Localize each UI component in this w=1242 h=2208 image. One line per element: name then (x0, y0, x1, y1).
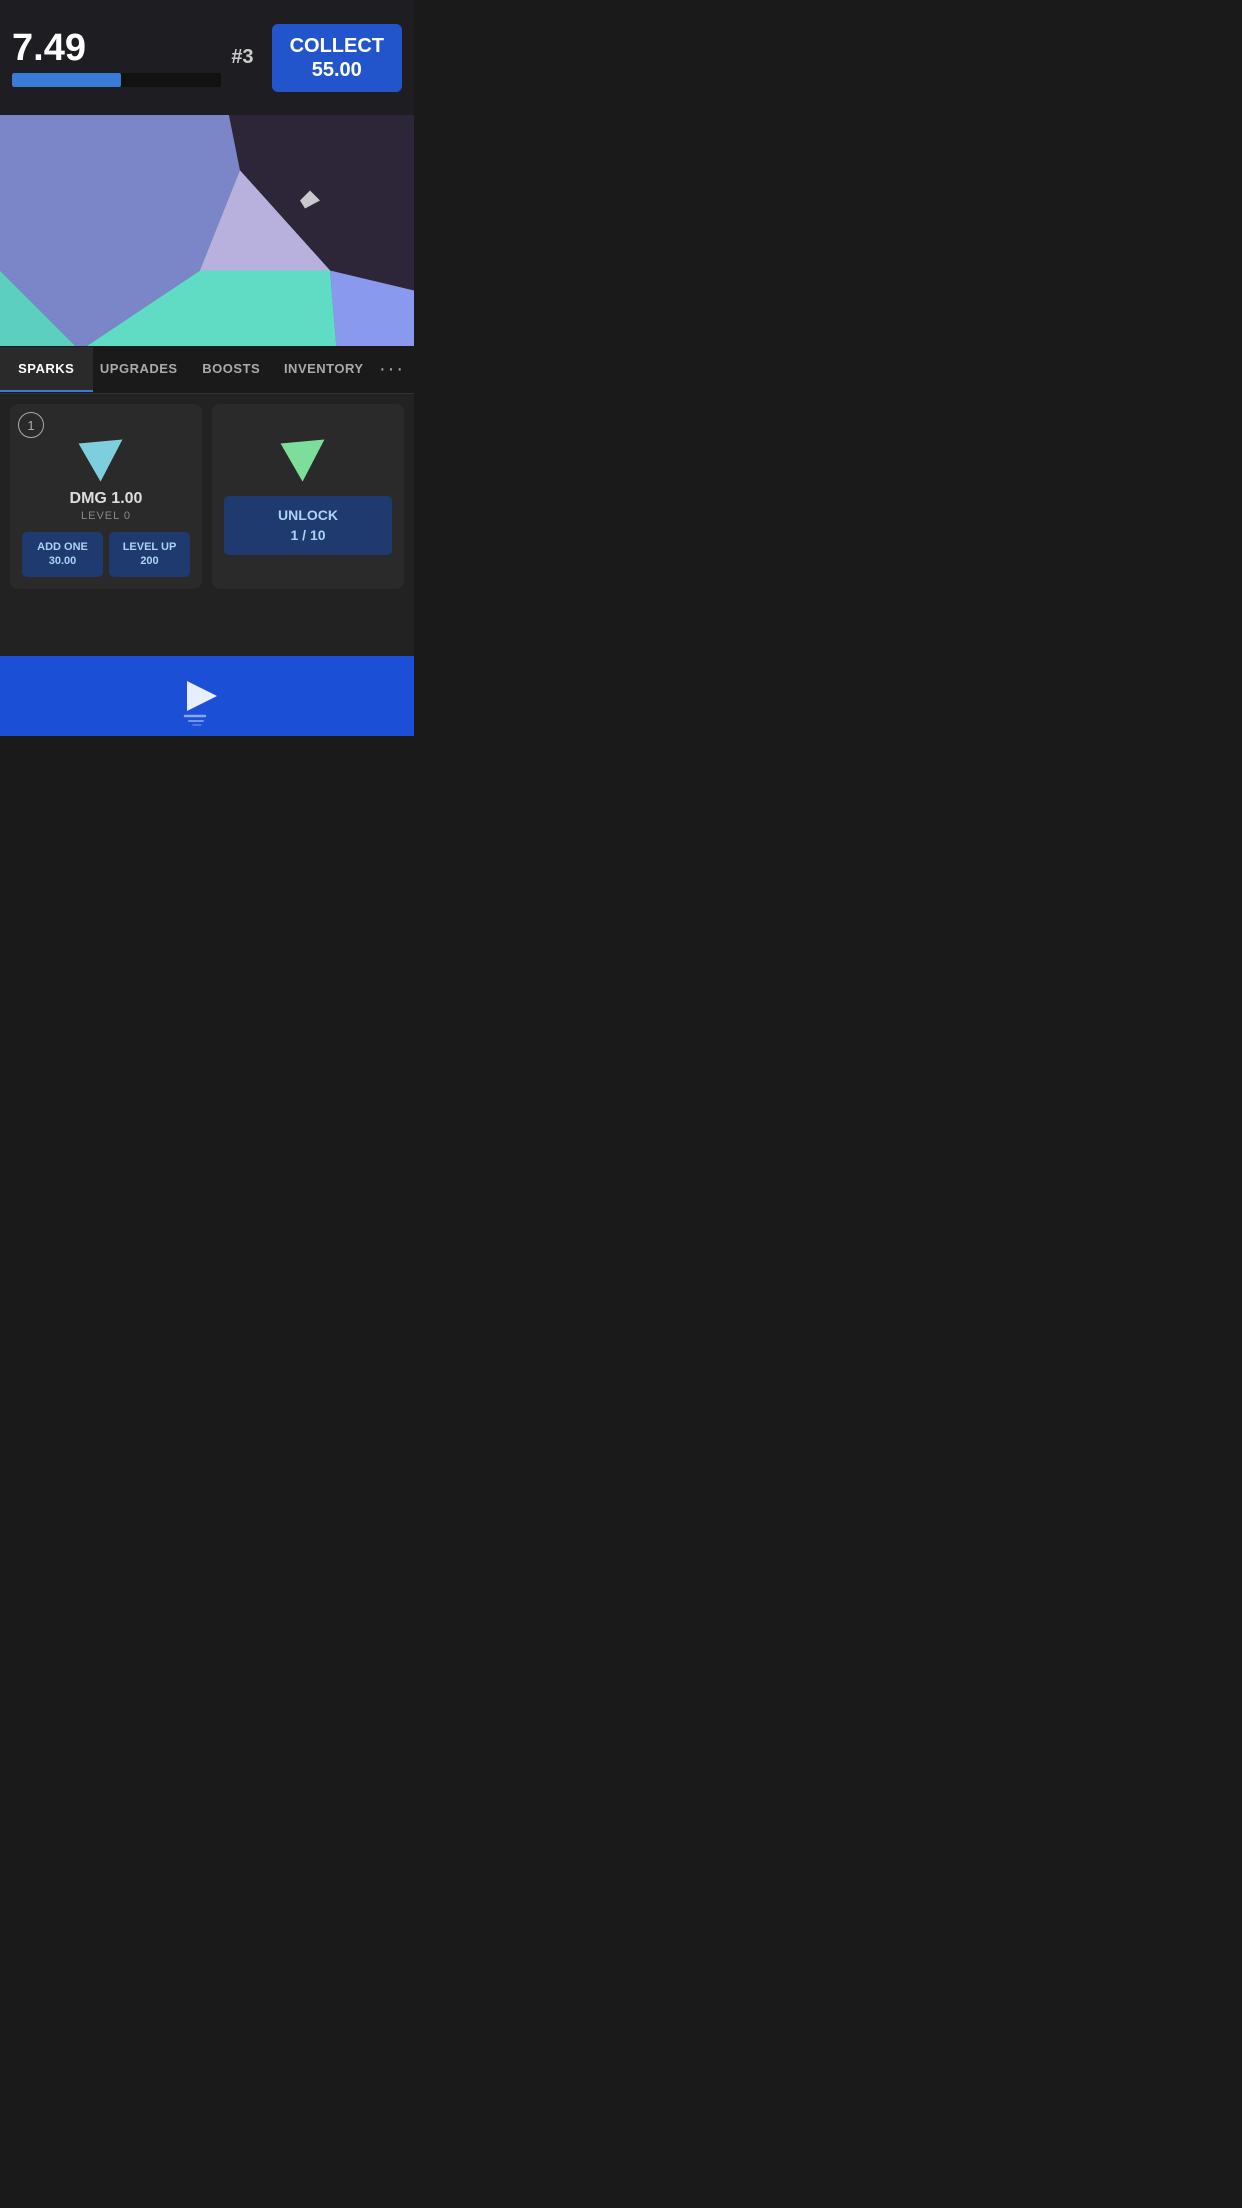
progress-bar-container (12, 73, 221, 87)
spark-arrow-icon-2 (281, 420, 336, 481)
unlock-button[interactable]: UNLOCK 1 / 10 (224, 496, 392, 555)
tab-bar: SPARKS UPGRADES BOOSTS INVENTORY ··· (0, 346, 414, 394)
tab-inventory[interactable]: INVENTORY (278, 347, 371, 392)
tab-sparks[interactable]: SPARKS (0, 347, 93, 392)
spark-buttons-1: ADD ONE30.00 LEVEL UP200 (22, 532, 190, 577)
unlock-label: UNLOCK (278, 507, 338, 523)
spark-name-1: DMG 1.00 (70, 490, 143, 508)
more-button[interactable]: ··· (370, 346, 414, 394)
bottom-play-bar[interactable] (0, 656, 414, 736)
spark-icon-area-2 (268, 416, 348, 486)
collect-value: 55.00 (312, 59, 362, 81)
score-display: 7.49 (12, 29, 221, 67)
more-dots-icon: ··· (379, 358, 405, 381)
bottom-panel: SPARKS UPGRADES BOOSTS INVENTORY ··· 1 D… (0, 346, 414, 736)
spark-number-1: 1 (18, 412, 44, 438)
rank-badge: #3 (231, 46, 253, 69)
sparks-grid: 1 DMG 1.00 LEVEL 0 ADD ONE30.00 LEVEL UP… (0, 394, 414, 656)
play-icon-svg (177, 666, 237, 726)
spark-card-1: 1 DMG 1.00 LEVEL 0 ADD ONE30.00 LEVEL UP… (10, 404, 202, 589)
spark-level-1: LEVEL 0 (81, 510, 131, 522)
unlock-value: 1 / 10 (290, 527, 325, 543)
game-area[interactable] (0, 115, 414, 346)
spark-card-2: UNLOCK 1 / 10 (212, 404, 404, 589)
game-canvas (0, 115, 414, 346)
add-one-button[interactable]: ADD ONE30.00 (22, 532, 103, 577)
play-arrow-icon (177, 666, 237, 726)
progress-bar (12, 73, 121, 87)
tab-boosts[interactable]: BOOSTS (185, 347, 278, 392)
collect-button[interactable]: COLLECT 55.00 (272, 24, 402, 92)
level-up-button[interactable]: LEVEL UP200 (109, 532, 190, 577)
score-section: 7.49 (12, 29, 221, 87)
spark-icon-area-1 (66, 416, 146, 486)
tab-upgrades[interactable]: UPGRADES (93, 347, 186, 392)
collect-label: COLLECT (290, 35, 384, 57)
header: 7.49 #3 COLLECT 55.00 (0, 0, 414, 115)
spark-arrow-icon-1 (79, 420, 134, 481)
